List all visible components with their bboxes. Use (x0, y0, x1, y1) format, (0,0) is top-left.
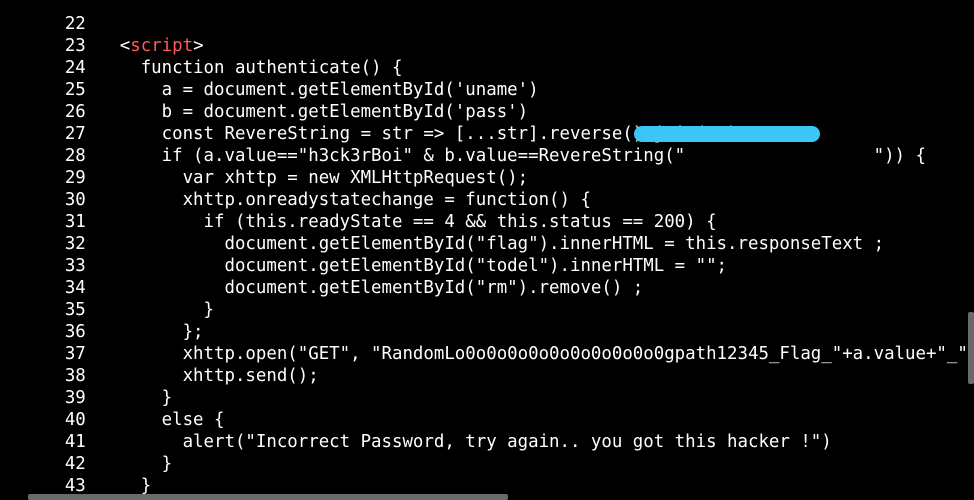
code-line: 27 const RevereString = str => [...str].… (0, 101, 974, 144)
code-line: 35 } (0, 277, 974, 320)
code-line: 31 if (this.readyState == 4 && this.stat… (0, 189, 974, 232)
code-line: 28 if (a.value=="h3ck3rBoi" & b.value==R… (0, 123, 974, 166)
code-line: 24 function authenticate() { (0, 35, 974, 78)
code-line: 32 document.getElementById("flag").inner… (0, 211, 974, 254)
code-line: 33 document.getElementById("todel").inne… (0, 233, 974, 276)
code-line: 30 xhttp.onreadystatechange = function()… (0, 167, 974, 210)
code-line: 38 xhttp.send(); (0, 343, 974, 386)
code-editor[interactable]: 22 23 <script> 24 function authenticate(… (0, 0, 974, 500)
horizontal-scrollbar[interactable] (28, 494, 508, 500)
code-line: 34 document.getElementById("rm").remove(… (0, 255, 974, 298)
code-line: 37 xhttp.open("GET", "RandomLo0o0o0o0o0o… (0, 321, 974, 364)
code-line: 22 (0, 0, 974, 34)
code-line: 43 } (0, 453, 974, 496)
code-line: 39 } (0, 365, 974, 408)
code-line: 41 alert("Incorrect Password, try again.… (0, 409, 974, 452)
code-line: 23 <script> (0, 13, 974, 56)
code-line: 36 }; (0, 299, 974, 342)
vertical-scrollbar[interactable] (968, 312, 974, 384)
code-line: 29 var xhttp = new XMLHttpRequest(); (0, 145, 974, 188)
code-line: 40 else { (0, 387, 974, 430)
code-lines: 22 23 <script> 24 function authenticate(… (0, 0, 974, 500)
code-line: 25 a = document.getElementById('uname') (0, 57, 974, 100)
code-line: 42 } (0, 431, 974, 474)
redaction-mark (634, 126, 820, 142)
code-line: 26 b = document.getElementById('pass') (0, 79, 974, 122)
